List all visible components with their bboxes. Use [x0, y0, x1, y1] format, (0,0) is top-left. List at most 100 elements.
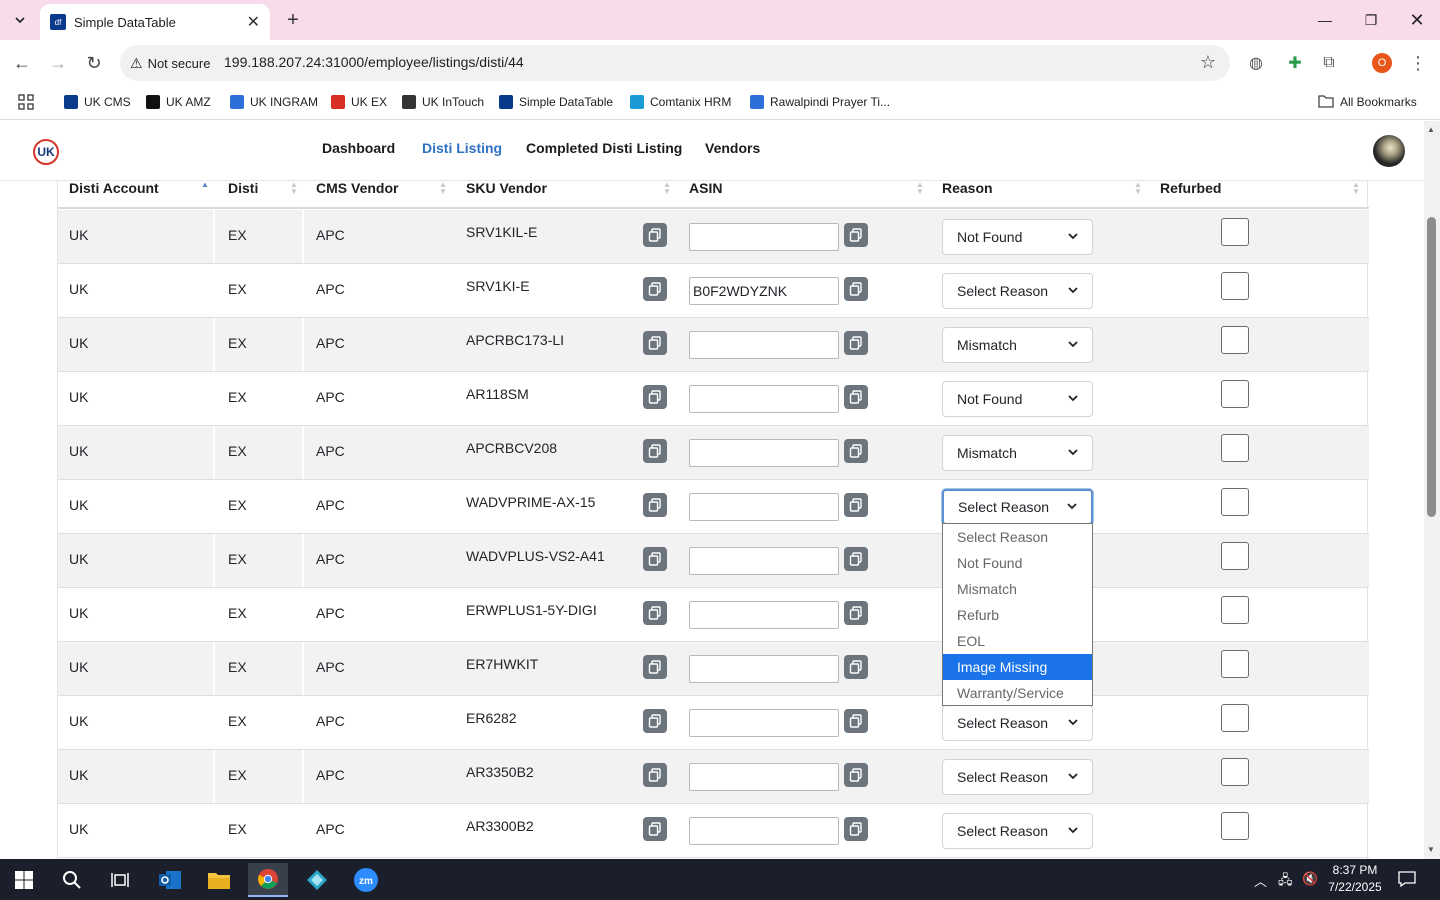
refurbed-checkbox[interactable]	[1221, 812, 1249, 840]
paste-asin-button[interactable]	[844, 439, 868, 463]
nav-link[interactable]: Vendors	[705, 140, 760, 156]
close-tab-icon[interactable]: ✕	[247, 12, 260, 32]
paste-asin-button[interactable]	[844, 331, 868, 355]
paste-asin-button[interactable]	[844, 817, 868, 841]
new-tab-plus-icon[interactable]: +	[282, 8, 304, 32]
refurbed-checkbox[interactable]	[1221, 218, 1249, 246]
paste-asin-button[interactable]	[844, 493, 868, 517]
bookmark-item[interactable]: UK InTouch	[402, 92, 484, 112]
column-header[interactable]: CMS Vendor	[316, 180, 398, 196]
reason-select[interactable]: Not Found	[942, 381, 1093, 417]
browser-tab[interactable]: df Simple DataTable ✕	[40, 4, 270, 40]
chrome-taskbar-icon[interactable]	[248, 863, 288, 897]
refurbed-checkbox[interactable]	[1221, 272, 1249, 300]
asin-input[interactable]	[689, 223, 839, 251]
copy-sku-button[interactable]	[643, 817, 667, 841]
security-chip[interactable]: ⚠ Not secure	[130, 53, 210, 73]
reason-select[interactable]: Mismatch	[942, 327, 1093, 363]
refurbed-checkbox[interactable]	[1221, 380, 1249, 408]
asin-input[interactable]	[689, 763, 839, 791]
scrollbar-thumb[interactable]	[1427, 217, 1436, 517]
sort-arrows-icon[interactable]: ▲ ▼	[439, 181, 447, 196]
nav-link[interactable]: Dashboard	[322, 140, 395, 156]
apps-grid-icon[interactable]	[18, 92, 34, 112]
bookmark-item[interactable]: UK AMZ	[146, 92, 211, 112]
paste-asin-button[interactable]	[844, 223, 868, 247]
reason-select[interactable]: Select Reason	[942, 489, 1093, 525]
refurbed-checkbox[interactable]	[1221, 326, 1249, 354]
reason-option[interactable]: EOL	[943, 628, 1092, 654]
scroll-up-arrow-icon[interactable]: ▲	[1427, 125, 1435, 134]
copy-sku-button[interactable]	[643, 331, 667, 355]
asin-input[interactable]	[689, 601, 839, 629]
reason-dropdown-list[interactable]: Select Reason Not Found Mismatch Refurb EOL I…	[942, 523, 1093, 706]
refurbed-checkbox[interactable]	[1221, 542, 1249, 570]
sort-arrows-icon[interactable]: ▲ ▼	[1134, 181, 1142, 196]
reason-option[interactable]: Refurb	[943, 602, 1092, 628]
column-header[interactable]: SKU Vendor	[466, 180, 547, 196]
reason-option[interactable]: Not Found	[943, 550, 1092, 576]
reason-select[interactable]: Select Reason	[942, 813, 1093, 849]
reason-select[interactable]: Select Reason	[942, 273, 1093, 309]
asin-input[interactable]	[689, 817, 839, 845]
sort-arrows-icon[interactable]: ▲ ▼	[1352, 181, 1360, 196]
refurbed-checkbox[interactable]	[1221, 704, 1249, 732]
sort-arrows-icon[interactable]: ▲ ▼	[663, 181, 671, 196]
bookmark-item[interactable]: UK CMS	[64, 92, 131, 112]
nav-link[interactable]: Disti Listing	[422, 140, 502, 156]
column-header[interactable]: Disti Account	[69, 180, 159, 196]
omnibox[interactable]: ⚠ Not secure 199.188.207.24:31000/employ…	[120, 45, 1230, 81]
task-view-icon[interactable]	[100, 863, 140, 897]
zoom-icon[interactable]: zm	[346, 863, 386, 897]
scroll-down-arrow-icon[interactable]: ▼	[1427, 845, 1435, 854]
reason-select[interactable]: Select Reason	[942, 759, 1093, 795]
reason-option[interactable]: Warranty/Service	[943, 680, 1092, 706]
search-icon[interactable]	[52, 863, 92, 897]
bookmark-item[interactable]: UK EX	[331, 92, 387, 112]
copy-sku-button[interactable]	[643, 601, 667, 625]
reason-select[interactable]: Not Found	[942, 219, 1093, 255]
reason-option[interactable]: Mismatch	[943, 576, 1092, 602]
all-bookmarks[interactable]: All Bookmarks	[1318, 92, 1417, 112]
reason-option[interactable]: Image Missing	[943, 654, 1092, 680]
refurbed-checkbox[interactable]	[1221, 488, 1249, 516]
copy-sku-button[interactable]	[643, 763, 667, 787]
column-header[interactable]: Disti	[228, 180, 258, 196]
column-header[interactable]: Reason	[942, 180, 993, 196]
profile-avatar-icon[interactable]: O	[1372, 53, 1392, 73]
minimize-icon[interactable]: —	[1302, 0, 1348, 40]
copy-sku-button[interactable]	[643, 223, 667, 247]
extension-plus-icon[interactable]: ✚	[1284, 52, 1306, 74]
copy-sku-button[interactable]	[643, 439, 667, 463]
bookmark-item[interactable]: Rawalpindi Prayer Ti...	[750, 92, 890, 112]
paste-asin-button[interactable]	[844, 763, 868, 787]
copy-sku-button[interactable]	[643, 493, 667, 517]
refurbed-checkbox[interactable]	[1221, 650, 1249, 678]
refurbed-checkbox[interactable]	[1221, 596, 1249, 624]
paste-asin-button[interactable]	[844, 709, 868, 733]
reload-icon[interactable]: ↻	[82, 51, 106, 75]
refurbed-checkbox[interactable]	[1221, 758, 1249, 786]
refurbed-checkbox[interactable]	[1221, 434, 1249, 462]
column-header[interactable]: ASIN	[689, 180, 722, 196]
url-text[interactable]: 199.188.207.24:31000/employee/listings/d…	[224, 54, 524, 70]
sort-arrows-icon[interactable]: ▲	[201, 181, 209, 189]
network-icon[interactable]: 🖧	[1278, 871, 1293, 893]
volume-muted-icon[interactable]: 🔇	[1302, 871, 1318, 887]
reason-select[interactable]: Mismatch	[942, 435, 1093, 471]
bookmark-item[interactable]: Comtanix HRM	[630, 92, 731, 112]
copy-sku-button[interactable]	[643, 277, 667, 301]
copy-sku-button[interactable]	[643, 547, 667, 571]
asin-input[interactable]	[689, 439, 839, 467]
notifications-icon[interactable]	[1398, 871, 1416, 890]
app-diamond-icon[interactable]	[297, 863, 337, 897]
copy-sku-button[interactable]	[643, 709, 667, 733]
asin-input[interactable]	[689, 331, 839, 359]
paste-asin-button[interactable]	[844, 655, 868, 679]
asin-input[interactable]	[689, 547, 839, 575]
nav-link[interactable]: Completed Disti Listing	[526, 140, 682, 156]
outlook-icon[interactable]	[150, 863, 190, 897]
reason-option[interactable]: Select Reason	[943, 524, 1092, 550]
maximize-icon[interactable]: ❐	[1348, 0, 1394, 40]
forward-arrow-icon[interactable]: →	[46, 51, 70, 75]
